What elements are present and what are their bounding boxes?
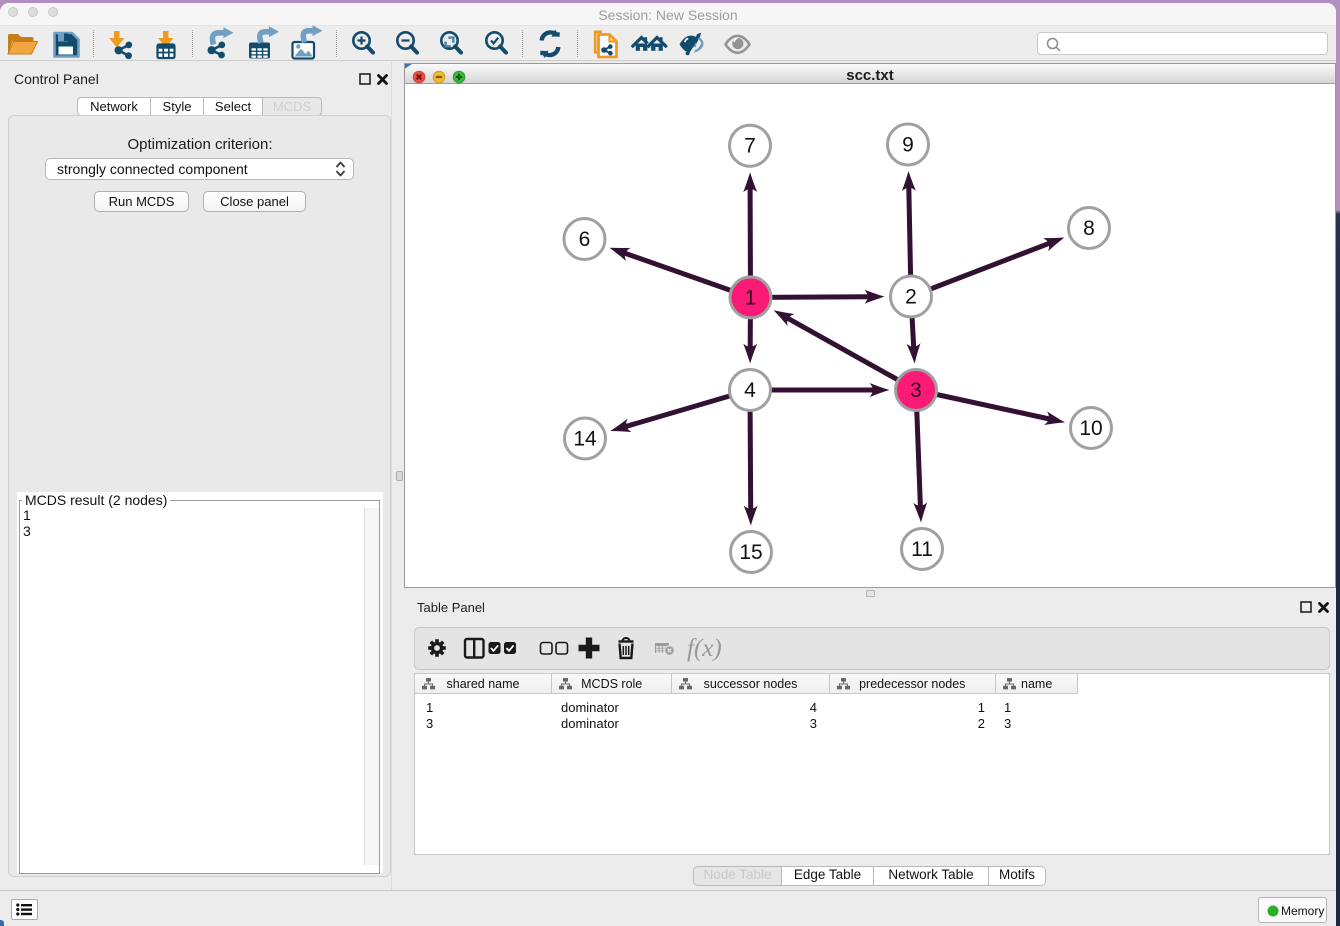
svg-text:3: 3	[910, 379, 922, 402]
svg-text:7: 7	[744, 135, 756, 158]
svg-text:8: 8	[1083, 217, 1095, 240]
svg-text:2: 2	[905, 286, 917, 309]
svg-text:10: 10	[1079, 417, 1102, 440]
svg-text:6: 6	[579, 228, 591, 251]
svg-text:9: 9	[902, 134, 914, 157]
svg-text:15: 15	[739, 541, 762, 564]
svg-text:11: 11	[911, 538, 933, 561]
svg-text:f(x): f(x)	[687, 635, 722, 662]
svg-text:4: 4	[744, 379, 756, 402]
svg-text:14: 14	[573, 428, 597, 451]
svg-text:1: 1	[745, 286, 757, 309]
